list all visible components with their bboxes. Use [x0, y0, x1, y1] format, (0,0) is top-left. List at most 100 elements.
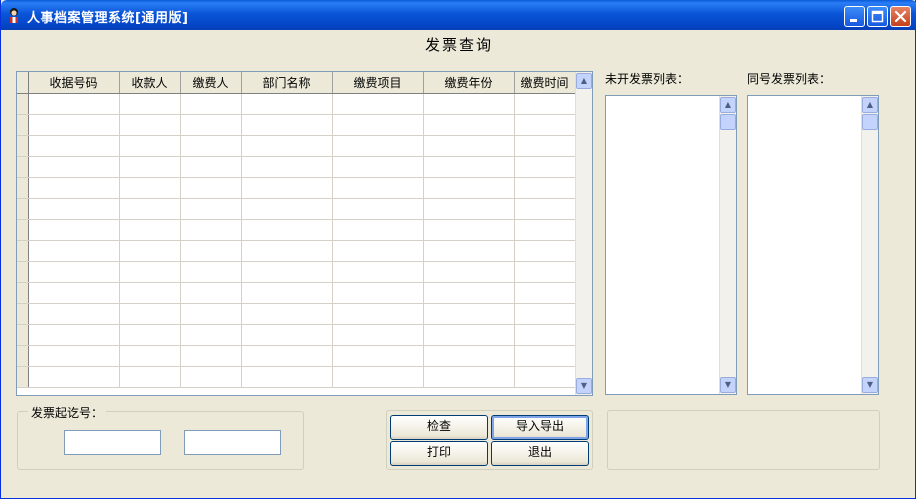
table-cell[interactable] [332, 324, 424, 346]
unissued-invoice-list[interactable]: ▲ ▼ [605, 95, 737, 395]
table-cell[interactable] [119, 303, 181, 325]
maximize-button[interactable] [867, 6, 888, 27]
table-cell[interactable] [514, 366, 576, 388]
table-cell[interactable] [332, 93, 424, 115]
table-cell[interactable] [332, 261, 424, 283]
table-row[interactable] [17, 345, 576, 367]
row-selector[interactable] [17, 303, 29, 325]
scroll-thumb[interactable] [862, 114, 878, 130]
scroll-up-arrow-icon[interactable]: ▲ [862, 97, 878, 113]
table-row[interactable] [17, 198, 576, 220]
table-cell[interactable] [119, 114, 181, 136]
table-cell[interactable] [180, 135, 242, 157]
invoice-grid[interactable]: 收据号码 收款人 缴费人 部门名称 缴费项目 缴费年份 缴费时间 ▲ ▼ [16, 71, 593, 396]
table-cell[interactable] [180, 282, 242, 304]
table-cell[interactable] [28, 303, 120, 325]
table-cell[interactable] [119, 345, 181, 367]
table-cell[interactable] [180, 240, 242, 262]
table-cell[interactable] [180, 366, 242, 388]
scroll-up-arrow-icon[interactable]: ▲ [576, 73, 592, 89]
table-cell[interactable] [119, 198, 181, 220]
table-cell[interactable] [514, 282, 576, 304]
table-cell[interactable] [423, 198, 515, 220]
table-cell[interactable] [332, 366, 424, 388]
table-cell[interactable] [332, 114, 424, 136]
table-cell[interactable] [28, 366, 120, 388]
table-cell[interactable] [423, 261, 515, 283]
table-cell[interactable] [241, 324, 333, 346]
table-cell[interactable] [423, 135, 515, 157]
table-cell[interactable] [119, 282, 181, 304]
table-cell[interactable] [119, 219, 181, 241]
unissued-list-scrollbar[interactable]: ▲ ▼ [719, 96, 736, 394]
table-cell[interactable] [180, 177, 242, 199]
table-row[interactable] [17, 282, 576, 304]
row-selector[interactable] [17, 198, 29, 220]
table-cell[interactable] [28, 240, 120, 262]
table-cell[interactable] [514, 219, 576, 241]
same-number-invoice-list[interactable]: ▲ ▼ [747, 95, 879, 395]
table-cell[interactable] [28, 282, 120, 304]
table-cell[interactable] [28, 324, 120, 346]
table-cell[interactable] [514, 303, 576, 325]
table-cell[interactable] [332, 303, 424, 325]
table-cell[interactable] [241, 177, 333, 199]
table-cell[interactable] [332, 345, 424, 367]
table-row[interactable] [17, 219, 576, 241]
table-cell[interactable] [119, 366, 181, 388]
table-cell[interactable] [180, 219, 242, 241]
column-header-fee-year[interactable]: 缴费年份 [423, 72, 515, 94]
table-cell[interactable] [119, 135, 181, 157]
column-header-department[interactable]: 部门名称 [241, 72, 333, 94]
table-cell[interactable] [119, 240, 181, 262]
table-cell[interactable] [241, 198, 333, 220]
invoice-end-number-input[interactable] [184, 430, 281, 455]
row-selector[interactable] [17, 156, 29, 178]
table-cell[interactable] [241, 219, 333, 241]
check-button[interactable]: 检查 [390, 415, 488, 440]
table-cell[interactable] [119, 324, 181, 346]
table-cell[interactable] [423, 93, 515, 115]
table-cell[interactable] [180, 156, 242, 178]
table-cell[interactable] [241, 303, 333, 325]
table-cell[interactable] [180, 114, 242, 136]
title-bar[interactable]: 人事档案管理系统[通用版] [1, 0, 916, 30]
table-cell[interactable] [514, 156, 576, 178]
table-cell[interactable] [241, 282, 333, 304]
table-cell[interactable] [423, 114, 515, 136]
table-cell[interactable] [332, 198, 424, 220]
table-cell[interactable] [28, 177, 120, 199]
table-cell[interactable] [514, 114, 576, 136]
table-row[interactable] [17, 156, 576, 178]
table-row[interactable] [17, 324, 576, 346]
table-cell[interactable] [28, 198, 120, 220]
row-selector[interactable] [17, 282, 29, 304]
row-selector[interactable] [17, 114, 29, 136]
table-cell[interactable] [332, 177, 424, 199]
table-cell[interactable] [180, 324, 242, 346]
table-cell[interactable] [423, 366, 515, 388]
table-cell[interactable] [28, 93, 120, 115]
invoice-start-number-input[interactable] [64, 430, 161, 455]
table-row[interactable] [17, 135, 576, 157]
table-cell[interactable] [241, 345, 333, 367]
row-selector[interactable] [17, 135, 29, 157]
row-selector[interactable] [17, 261, 29, 283]
table-cell[interactable] [423, 177, 515, 199]
table-cell[interactable] [514, 93, 576, 115]
scroll-up-arrow-icon[interactable]: ▲ [720, 97, 736, 113]
table-row[interactable] [17, 93, 576, 115]
column-header-fee-item[interactable]: 缴费项目 [332, 72, 424, 94]
print-button[interactable]: 打印 [390, 441, 488, 466]
table-cell[interactable] [423, 156, 515, 178]
table-row[interactable] [17, 177, 576, 199]
row-selector[interactable] [17, 324, 29, 346]
table-cell[interactable] [423, 282, 515, 304]
close-button[interactable] [890, 6, 911, 27]
table-cell[interactable] [241, 240, 333, 262]
table-cell[interactable] [332, 240, 424, 262]
table-cell[interactable] [423, 303, 515, 325]
table-row[interactable] [17, 261, 576, 283]
row-selector[interactable] [17, 177, 29, 199]
table-cell[interactable] [241, 114, 333, 136]
